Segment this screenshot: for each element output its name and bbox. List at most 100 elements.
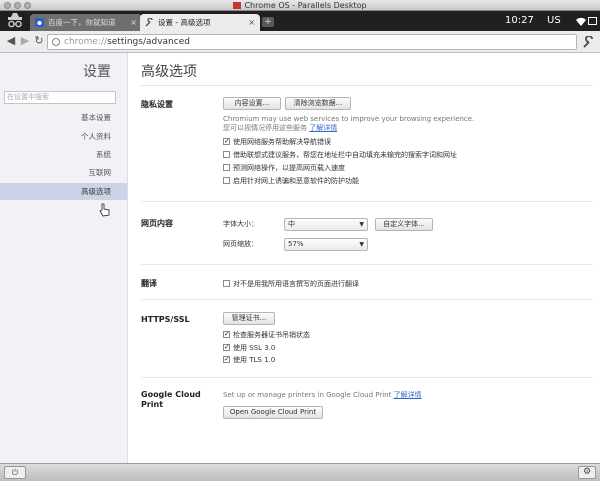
content-settings-button[interactable]: 内容设置... bbox=[223, 97, 281, 110]
privacy-description: Chromium may use web services to improve… bbox=[223, 115, 474, 133]
dropdown-arrow-icon: ▼ bbox=[359, 241, 364, 248]
section-divider bbox=[141, 201, 593, 202]
incognito-icon bbox=[8, 13, 22, 28]
privacy-description-text: Chromium may use web services to improve… bbox=[223, 115, 475, 123]
checkbox[interactable] bbox=[223, 354, 230, 364]
clock[interactable]: 10:27 bbox=[505, 11, 545, 31]
browser-toolbar: ◀ ▶ ↻ chrome://settings/advanced bbox=[0, 31, 600, 53]
font-size-select[interactable]: 中 ▼ bbox=[284, 218, 368, 231]
sidebar-item-internet[interactable]: 互联网 bbox=[0, 164, 127, 181]
checkbox-label: 检查服务器证书吊销状态 bbox=[233, 331, 310, 339]
settings-search-input[interactable]: 在设置中搜索 bbox=[4, 91, 116, 104]
tab-label: 百度一下，你就知道 bbox=[48, 18, 116, 27]
window-title: Chrome OS - Parallels Desktop bbox=[0, 1, 600, 10]
address-bar[interactable]: chrome://settings/advanced bbox=[47, 34, 577, 50]
checkbox[interactable] bbox=[223, 177, 230, 184]
checkbox-label: 使用网络服务帮助解决导航错误 bbox=[233, 138, 331, 146]
page-title: 高级选项 bbox=[141, 64, 197, 80]
font-size-value: 中 bbox=[288, 220, 295, 228]
wrench-favicon-icon bbox=[145, 18, 153, 27]
forward-button[interactable]: ▶ bbox=[18, 34, 32, 48]
baidu-favicon-icon bbox=[35, 18, 44, 27]
sidebar-title: 设置 bbox=[83, 64, 111, 80]
checkbox-ssl3[interactable]: 使用 SSL 3.0 bbox=[223, 342, 276, 353]
checkbox[interactable] bbox=[223, 342, 230, 352]
url-scheme: chrome:// bbox=[64, 37, 108, 47]
title-divider bbox=[141, 85, 593, 86]
parallels-icon bbox=[233, 2, 242, 9]
launcher-shelf: ⏻ ⚙ bbox=[0, 463, 600, 481]
cloud-print-title-line1: Google Cloud bbox=[141, 390, 201, 399]
window-title-text: Chrome OS - Parallels Desktop bbox=[244, 1, 367, 10]
checkbox-label: 启用针对网上诱骗和恶意软件的防护功能 bbox=[233, 177, 359, 185]
page-zoom-select[interactable]: 57% ▼ bbox=[284, 238, 368, 251]
tab-close-icon[interactable]: × bbox=[130, 14, 137, 31]
custom-fonts-button[interactable]: 自定义字体... bbox=[375, 218, 433, 231]
page-zoom-label: 网页缩放： bbox=[223, 240, 258, 248]
open-cloud-print-button[interactable]: Open Google Cloud Print bbox=[223, 406, 323, 419]
manage-certificates-button[interactable]: 管理证书... bbox=[223, 312, 275, 325]
checkbox-label: 对不是用我所用语言撰写的页面进行翻译 bbox=[233, 280, 359, 288]
translate-section-title: 翻译 bbox=[141, 279, 157, 288]
checkbox[interactable] bbox=[223, 329, 230, 339]
sidebar-item-advanced[interactable]: 高级选项 bbox=[0, 183, 127, 200]
gear-icon[interactable]: ⚙ bbox=[578, 466, 596, 479]
wifi-icon[interactable] bbox=[576, 16, 586, 26]
cloud-print-learn-more-link[interactable]: 了解详情 bbox=[394, 391, 422, 399]
checkbox-tls1[interactable]: 使用 TLS 1.0 bbox=[223, 354, 276, 365]
https-section-title: HTTPS/SSL bbox=[141, 315, 190, 324]
checkbox-cert-revocation[interactable]: 检查服务器证书吊销状态 bbox=[223, 329, 310, 340]
checkbox-label: 使用 TLS 1.0 bbox=[233, 356, 276, 364]
tab-settings[interactable]: 设置 - 高级选项 × bbox=[140, 14, 260, 31]
checkbox[interactable] bbox=[223, 164, 230, 171]
tab-strip: 百度一下，你就知道 × 设置 - 高级选项 × + 10:27 US bbox=[0, 11, 600, 31]
settings-sidebar: 设置 在设置中搜索 基本设置 个人资料 系统 互联网 高级选项 bbox=[0, 53, 128, 463]
checkbox-phishing-protection[interactable]: 启用针对网上诱骗和恶意软件的防护功能 bbox=[223, 176, 359, 186]
checkbox-suggest-service[interactable]: 借助联想式建议服务，帮您在地址栏中自动填充未输完的搜索字词和网址 bbox=[223, 150, 457, 160]
input-method[interactable]: US bbox=[547, 11, 571, 31]
cloud-print-section-title: Google Cloud Print bbox=[141, 390, 201, 410]
web-content-section-title: 网页内容 bbox=[141, 219, 173, 228]
sidebar-item-personal[interactable]: 个人资料 bbox=[0, 128, 127, 145]
section-divider bbox=[141, 299, 593, 300]
power-icon[interactable]: ⏻ bbox=[4, 466, 26, 479]
sidebar-item-basics[interactable]: 基本设置 bbox=[0, 109, 127, 126]
checkbox[interactable] bbox=[223, 136, 230, 146]
page-icon bbox=[52, 38, 60, 46]
page-zoom-value: 57% bbox=[288, 240, 304, 248]
cloud-print-title-line2: Print bbox=[141, 400, 164, 409]
dropdown-arrow-icon: ▼ bbox=[359, 221, 364, 228]
font-size-label: 字体大小： bbox=[223, 220, 258, 228]
checkbox-predict-network[interactable]: 预测网络操作，以提高网页载入速度 bbox=[223, 163, 345, 173]
back-button[interactable]: ◀ bbox=[4, 34, 18, 48]
new-tab-button[interactable]: + bbox=[262, 17, 274, 27]
section-divider bbox=[141, 264, 593, 265]
reload-button[interactable]: ↻ bbox=[32, 34, 46, 48]
url-path: settings/advanced bbox=[107, 37, 190, 47]
privacy-learn-more-link[interactable]: 了解详情 bbox=[309, 124, 337, 132]
privacy-opt-out-text: 您可以视情况停用这些服务 bbox=[223, 124, 307, 132]
status-tray: 10:27 US bbox=[490, 11, 600, 31]
checkbox-nav-error-service[interactable]: 使用网络服务帮助解决导航错误 bbox=[223, 136, 331, 147]
hand-cursor-icon bbox=[99, 203, 110, 217]
sidebar-item-system[interactable]: 系统 bbox=[0, 146, 127, 163]
checkbox-label: 使用 SSL 3.0 bbox=[233, 344, 276, 352]
checkbox-translate[interactable]: 对不是用我所用语言撰写的页面进行翻译 bbox=[223, 279, 359, 289]
tab-label: 设置 - 高级选项 bbox=[158, 18, 211, 27]
battery-icon[interactable] bbox=[588, 17, 597, 25]
clear-browsing-data-button[interactable]: 清除浏览数据... bbox=[285, 97, 351, 110]
cloud-print-description: Set up or manage printers in Google Clou… bbox=[223, 391, 422, 400]
tab-close-icon[interactable]: × bbox=[248, 14, 255, 31]
section-divider bbox=[141, 377, 593, 378]
settings-page: 设置 在设置中搜索 基本设置 个人资料 系统 互联网 高级选项 高级选项 隐私设… bbox=[0, 53, 600, 463]
privacy-section-title: 隐私设置 bbox=[141, 100, 173, 109]
checkbox[interactable] bbox=[223, 280, 230, 287]
privacy-opt-out-line: 您可以视情况停用这些服务 了解详情 bbox=[223, 124, 474, 133]
wrench-menu-icon[interactable] bbox=[582, 36, 594, 48]
settings-main: 高级选项 隐私设置 内容设置... 清除浏览数据... Chromium may… bbox=[128, 53, 600, 463]
checkbox[interactable] bbox=[223, 151, 230, 158]
tab-baidu[interactable]: 百度一下，你就知道 × bbox=[30, 14, 142, 31]
cloud-print-description-text: Set up or manage printers in Google Clou… bbox=[223, 391, 392, 399]
mac-title-bar: Chrome OS - Parallels Desktop bbox=[0, 0, 600, 11]
checkbox-label: 预测网络操作，以提高网页载入速度 bbox=[233, 164, 345, 172]
